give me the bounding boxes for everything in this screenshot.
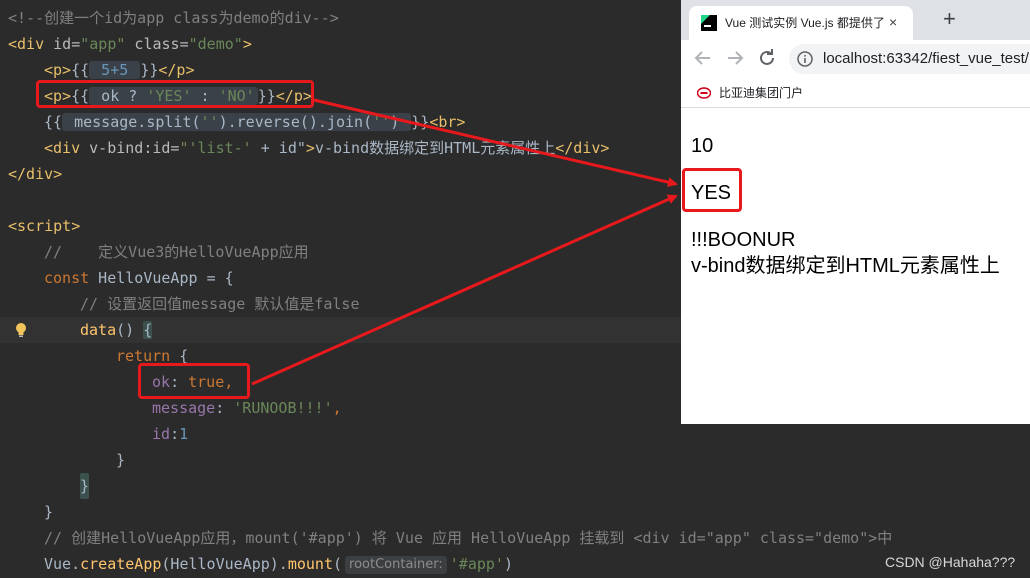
create-app-call: createApp — [80, 555, 162, 573]
code-line-21[interactable]: // 创建HelloVueApp应用，mount('#app') 将 Vue 应… — [0, 525, 1030, 551]
attr-v-bind-value-b: + id" — [251, 139, 306, 157]
page-content: 10 YES !!!BOONUR v-bind数据绑定到HTML元素属性上 — [681, 108, 1030, 424]
code-line-20[interactable]: } — [0, 499, 1030, 525]
tag-p-open: <p> — [44, 61, 72, 79]
tag-gt: > — [305, 139, 315, 157]
number-value: 1 — [179, 425, 189, 443]
closing-brace: } — [44, 503, 54, 521]
mustache-close: }} — [140, 61, 159, 79]
mount-call: mount — [287, 555, 333, 573]
tag-close: > — [242, 35, 252, 53]
attr-v-bind-value-a: "'list-' — [179, 139, 252, 157]
annotation-box-yes-output — [682, 168, 742, 212]
bookmarks-bar: 比亚迪集团门户 — [681, 78, 1030, 108]
mustache-open: {{ — [71, 61, 90, 79]
attr-class: class= — [125, 35, 189, 53]
property-id: id — [152, 425, 171, 443]
browser-toolbar: localhost:63342/fiest_vue_test/ — [681, 40, 1030, 78]
tag-br: <br> — [429, 113, 466, 131]
bookmark-item[interactable]: 比亚迪集团门户 — [719, 85, 803, 101]
back-arrow-icon[interactable] — [691, 46, 715, 70]
code-line-22[interactable]: Vue.createApp(HelloVueApp).mount(rootCon… — [0, 551, 1030, 577]
method-name: data — [80, 321, 117, 339]
tag-div-open: <div — [44, 139, 81, 157]
tab-title: Vue 测试实例 Vue.js 都提供了完 — [725, 16, 885, 30]
browser-tab[interactable]: Vue 测试实例 Vue.js 都提供了完 × — [689, 6, 913, 40]
matched-brace: { — [143, 321, 153, 339]
mustache-close: }} — [411, 113, 430, 131]
mount-selector: '#app' — [449, 555, 504, 573]
lightbulb-icon[interactable] — [14, 322, 28, 338]
js-comment: // 定义Vue3的HelloVueApp应用 — [44, 243, 309, 261]
url-text: localhost:63342/fiest_vue_test/ — [823, 50, 1029, 67]
mustache-open: {{ — [44, 113, 63, 131]
vue-object: Vue — [44, 555, 72, 573]
string-runoob: 'RUNOOB!!!' — [233, 399, 333, 417]
interpolation-expression: 5+5 — [89, 61, 141, 79]
attr-class-value: "demo" — [188, 35, 243, 53]
matched-brace: } — [80, 473, 90, 499]
output-vbind-div: v-bind数据绑定到HTML元素属性上 — [691, 255, 1000, 277]
forward-arrow-icon[interactable] — [723, 46, 747, 70]
interpolation-expression: message.split('').reverse().join('') — [62, 113, 412, 131]
attr-id: id= — [44, 35, 81, 53]
identifier: HelloVueApp — [89, 269, 207, 287]
address-bar[interactable]: localhost:63342/fiest_vue_test/ — [789, 44, 1030, 74]
close-tab-icon[interactable]: × — [889, 14, 897, 30]
code-line-18[interactable]: } — [0, 447, 1030, 473]
browser-window: Vue 测试实例 Vue.js 都提供了完 × + localhost:6334… — [681, 0, 1030, 424]
webstorm-favicon-icon — [701, 15, 717, 31]
reload-icon[interactable] — [755, 46, 779, 70]
new-tab-button[interactable]: + — [943, 8, 956, 30]
byd-logo-icon — [697, 87, 711, 99]
html-comment: <!--创建一个id为app class为demo的div--> — [8, 9, 339, 27]
tag-open: <div — [8, 35, 45, 53]
js-comment: // 设置返回值message 默认值是false — [80, 295, 360, 313]
annotation-box-ternary-code — [36, 80, 314, 108]
closing-brace: } — [116, 451, 126, 469]
attr-id-value: "app" — [80, 35, 126, 53]
keyword-const: const — [44, 269, 90, 287]
tag-div-close: </div> — [8, 165, 63, 183]
output-reversed-message: !!!BOONUR — [691, 229, 796, 251]
js-comment: // 创建HelloVueApp应用，mount('#app') 将 Vue 应… — [44, 529, 893, 547]
parameter-hint: rootContainer: — [345, 556, 447, 574]
tag-script-open: <script> — [8, 217, 81, 235]
tab-bar: Vue 测试实例 Vue.js 都提供了完 × + — [681, 0, 1030, 40]
code-line-19[interactable]: } — [0, 473, 1030, 499]
property-message: message — [152, 399, 216, 417]
output-sum: 10 — [691, 135, 714, 157]
info-icon[interactable] — [797, 51, 813, 67]
div-text: v-bind数据绑定到HTML元素属性上 — [314, 139, 556, 157]
code-line-17[interactable]: id:1 — [0, 421, 1030, 447]
attr-v-bind: v-bind:id= — [80, 139, 180, 157]
tag-p-close: </p> — [158, 61, 195, 79]
tag-div-close: </div> — [555, 139, 610, 157]
watermark: CSDN @Hahaha??? — [885, 554, 1016, 570]
annotation-box-ok-true — [138, 363, 250, 399]
